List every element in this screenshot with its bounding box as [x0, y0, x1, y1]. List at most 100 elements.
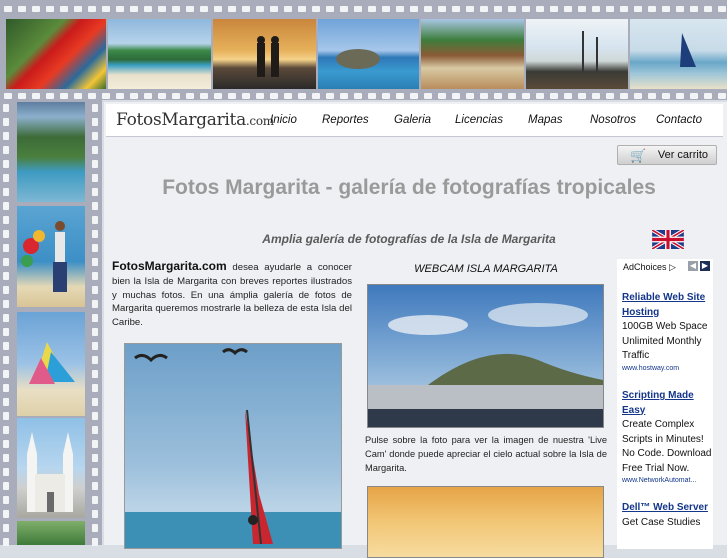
site-logo[interactable]: FotosMargarita.com — [116, 110, 274, 130]
film-strip-sidebar — [0, 100, 102, 546]
cart-label: Ver carrito — [657, 149, 708, 161]
sprocket-hole — [718, 93, 726, 99]
sprocket-hole — [92, 440, 98, 448]
sprocket-hole — [354, 93, 362, 99]
adchoices-link[interactable]: AdChoices ▷ — [623, 262, 676, 273]
sprocket-hole — [130, 6, 138, 12]
ad-next-icon[interactable]: ▶ — [700, 261, 710, 271]
sprocket-hole — [46, 6, 54, 12]
sprocket-hole — [368, 93, 376, 99]
sprocket-hole — [354, 6, 362, 12]
sprocket-hole — [3, 468, 9, 476]
sprocket-hole — [564, 6, 572, 12]
sprocket-hole — [410, 6, 418, 12]
sprocket-hole — [270, 6, 278, 12]
shopping-cart-icon: 🛒 — [630, 148, 647, 163]
sprocket-hole — [144, 6, 152, 12]
sprocket-hole — [606, 6, 614, 12]
ad-item[interactable]: Scripting Made Easy Create Complex Scrip… — [622, 389, 714, 484]
sprocket-hole — [92, 202, 98, 210]
ad-url[interactable]: www.hostway.com — [622, 365, 714, 372]
nav-galeria[interactable]: Galeria — [394, 114, 431, 126]
sprocket-hole — [536, 6, 544, 12]
nav-licencias[interactable]: Licencias — [455, 114, 503, 126]
sprocket-hole — [3, 244, 9, 252]
sprocket-hole — [382, 93, 390, 99]
sprocket-hole — [92, 454, 98, 462]
windsurf-photo[interactable] — [124, 343, 342, 549]
sprocket-hole — [92, 188, 98, 196]
sprocket-hole — [3, 356, 9, 364]
nav-inicio[interactable]: Inicio — [270, 114, 297, 126]
sprocket-hole — [88, 6, 96, 12]
sprocket-hole — [592, 93, 600, 99]
sprocket-hole — [424, 6, 432, 12]
ad-text: Get Case Studies — [622, 516, 701, 528]
sprocket-hole — [410, 93, 418, 99]
sprocket-hole — [438, 6, 446, 12]
ad-item[interactable]: Reliable Web Site Hosting 100GB Web Spac… — [622, 291, 714, 372]
sprocket-hole — [92, 482, 98, 490]
sprocket-hole — [3, 482, 9, 490]
sidebar-photo-vendor — [17, 206, 85, 307]
sprocket-hole — [3, 188, 9, 196]
sprocket-hole — [298, 6, 306, 12]
sprocket-hole — [676, 6, 684, 12]
sprocket-hole — [92, 426, 98, 434]
sprocket-hole — [92, 384, 98, 392]
sidebar-photo-sailboats — [17, 312, 85, 416]
sprocket-hole — [92, 286, 98, 294]
uk-flag-icon[interactable] — [651, 228, 685, 251]
sidebar-photo-bay — [17, 102, 85, 202]
sprocket-hole — [92, 314, 98, 322]
sprocket-hole — [18, 93, 26, 99]
sprocket-hole — [92, 258, 98, 266]
sprocket-hole — [312, 93, 320, 99]
sprocket-hole — [480, 6, 488, 12]
sprocket-hole — [368, 6, 376, 12]
header-photo-sunset-couple — [213, 19, 316, 89]
sprocket-hole — [3, 230, 9, 238]
nav-nosotros[interactable]: Nosotros — [590, 114, 636, 126]
sprocket-hole — [92, 132, 98, 140]
view-cart-button[interactable]: 🛒 Ver carrito — [617, 145, 717, 165]
sprocket-hole — [3, 524, 9, 532]
sprocket-hole — [522, 93, 530, 99]
sidebar-photo-palms — [17, 521, 85, 545]
ad-title[interactable]: Reliable Web Site Hosting — [622, 291, 714, 320]
sprocket-hole — [466, 93, 474, 99]
sprocket-hole — [92, 468, 98, 476]
nav-reportes[interactable]: Reportes — [322, 114, 369, 126]
sprocket-hole — [270, 93, 278, 99]
header-photo-island — [318, 19, 419, 89]
header-photo-macaw — [6, 19, 106, 89]
nav-mapas[interactable]: Mapas — [528, 114, 563, 126]
sprocket-hole — [186, 93, 194, 99]
sprocket-hole — [298, 93, 306, 99]
sprocket-hole — [74, 6, 82, 12]
sprocket-hole — [3, 146, 9, 154]
sprocket-hole — [396, 93, 404, 99]
sunset-image[interactable] — [367, 486, 604, 558]
sprocket-hole — [116, 6, 124, 12]
ad-prev-icon[interactable]: ◀ — [688, 261, 698, 271]
ad-title[interactable]: Dell™ Web Server — [622, 501, 714, 516]
header-photo-strip — [6, 19, 727, 89]
sprocket-hole — [3, 398, 9, 406]
ad-item[interactable]: Dell™ Web Server Get Case Studies — [622, 501, 714, 530]
sprocket-hole — [424, 93, 432, 99]
sprocket-hole — [284, 6, 292, 12]
nav-contacto[interactable]: Contacto — [656, 114, 702, 126]
webcam-image[interactable] — [367, 284, 604, 428]
ad-url[interactable]: www.NetworkAutomat... — [622, 477, 714, 484]
ad-title[interactable]: Scripting Made Easy — [622, 389, 714, 418]
sprocket-holes-right — [92, 100, 100, 549]
top-navigation: FotosMargarita.com Inicio Reportes Galer… — [106, 104, 723, 137]
sprocket-hole — [606, 93, 614, 99]
sprocket-hole — [3, 454, 9, 462]
sidebar-photo-church — [17, 418, 85, 518]
sprocket-hole — [3, 314, 9, 322]
sprocket-hole — [256, 93, 264, 99]
sprocket-hole — [508, 93, 516, 99]
sprocket-hole — [3, 384, 9, 392]
